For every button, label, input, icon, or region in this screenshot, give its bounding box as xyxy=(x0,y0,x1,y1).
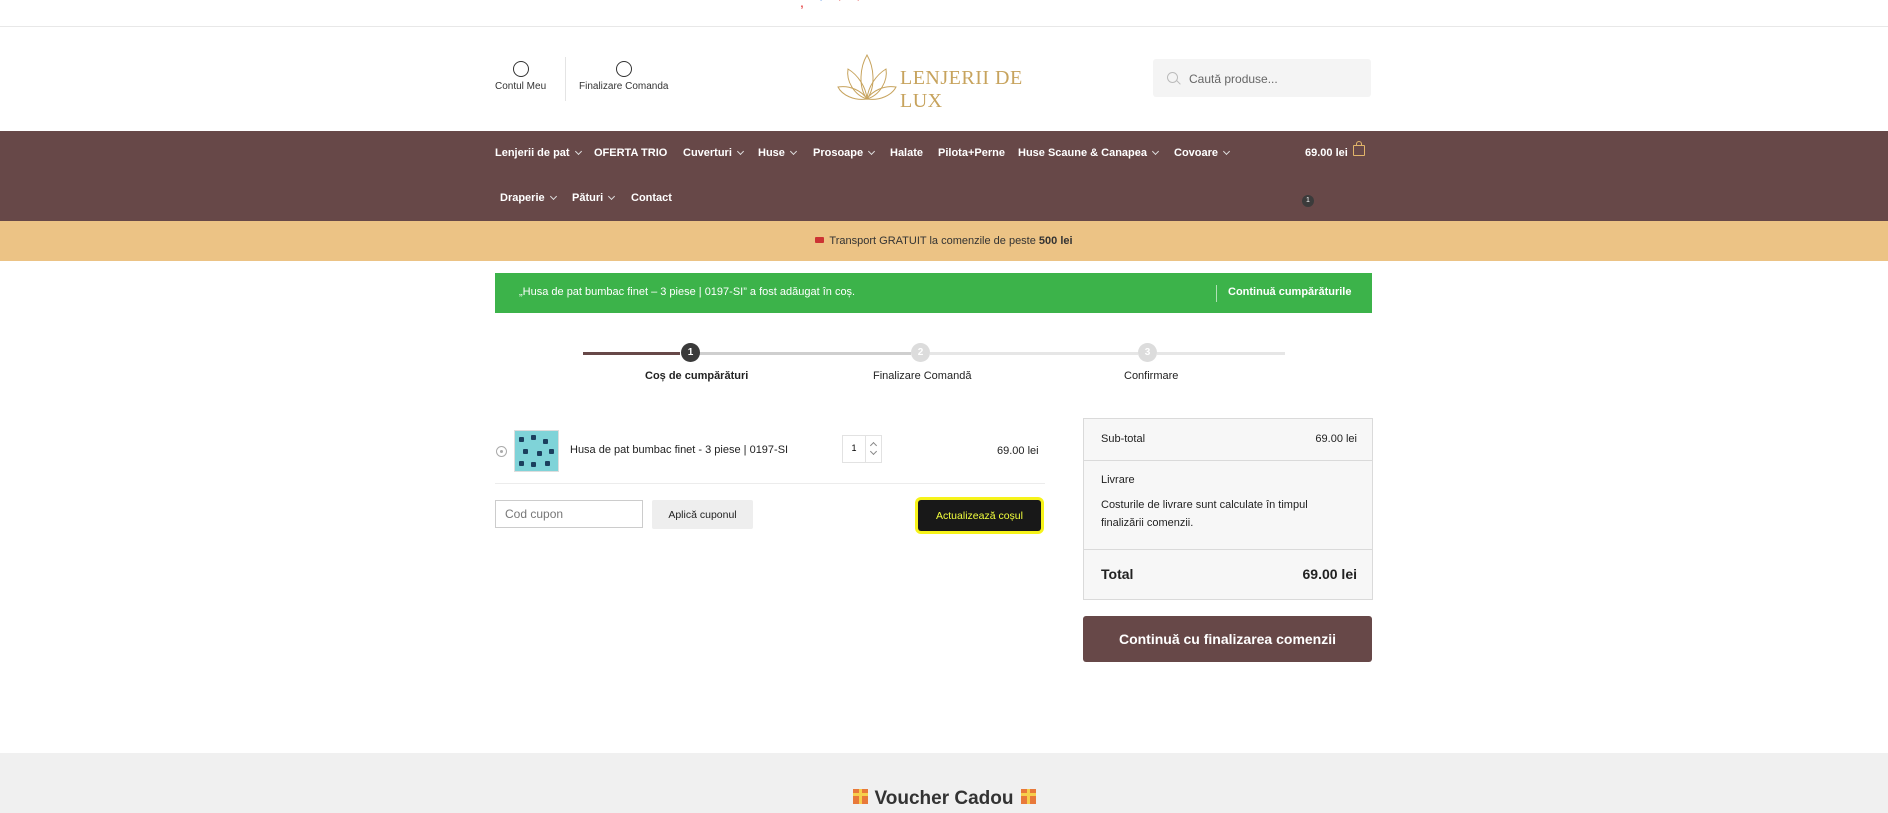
shipping-label: Livrare xyxy=(1101,474,1135,486)
gift-icon xyxy=(852,789,868,805)
total-label: Total xyxy=(1101,566,1134,582)
checkout-progress: 1 2 3 Coș de cumpărături Finalizare Coma… xyxy=(0,340,1888,390)
shopping-bag-icon[interactable] xyxy=(1353,141,1365,156)
nav-item-covoare[interactable]: Covoare xyxy=(1174,147,1231,159)
site-header: Contul Meu Finalizare Comanda LENJERII D… xyxy=(0,27,1888,131)
progress-line xyxy=(1157,352,1285,355)
product-thumbnail[interactable] xyxy=(514,430,559,472)
step-2-label: Finalizare Comandă xyxy=(873,370,972,382)
chevron-down-icon[interactable] xyxy=(869,447,878,456)
user-icon xyxy=(512,61,529,77)
search-box xyxy=(1153,59,1371,97)
update-cart-button[interactable]: Actualizează coșul xyxy=(918,500,1041,531)
item-subtotal: 69.00 lei xyxy=(997,445,1039,457)
nav-item-cuverturi[interactable]: Cuverturi xyxy=(683,147,744,159)
notice-divider xyxy=(1216,285,1217,302)
shipping-row: Livrare Costurile de livrare sunt calcul… xyxy=(1084,460,1372,550)
nav-item-halate[interactable]: Halate xyxy=(890,147,923,159)
step-3-label: Confirmare xyxy=(1124,370,1179,382)
continue-shopping-link[interactable]: Continuă cumpărăturile xyxy=(1228,286,1351,298)
top-bar-decoration: , ' ' ' xyxy=(800,0,866,10)
apply-coupon-button[interactable]: Aplică cuponul xyxy=(652,500,753,529)
promo-amount: 500 lei xyxy=(1038,235,1073,247)
progress-line xyxy=(930,352,1138,355)
total-value: 69.00 lei xyxy=(1302,566,1358,582)
cart-totals: Sub-total 69.00 lei Livrare Costurile de… xyxy=(1083,418,1373,600)
chevron-down-icon xyxy=(549,192,557,201)
nav-item-huse[interactable]: Huse xyxy=(758,147,797,159)
nav-item-oferta-trio[interactable]: OFERTA TRIO xyxy=(594,147,667,159)
quantity-input[interactable] xyxy=(843,436,865,460)
nav-item-prosoape[interactable]: Prosoape xyxy=(813,147,876,159)
nav-item-draperie[interactable]: Draperie xyxy=(500,192,557,204)
nav-item-paturi[interactable]: Pături xyxy=(572,192,616,204)
footer-voucher-section: Voucher Cadou xyxy=(0,753,1888,813)
logo-text: LENJERII DE LUX xyxy=(900,67,1023,112)
voucher-heading[interactable]: Voucher Cadou xyxy=(0,788,1888,810)
chevron-down-icon xyxy=(1222,147,1231,156)
product-name-link[interactable]: Husa de pat bumbac finet - 3 piese | 019… xyxy=(570,444,788,456)
chevron-down-icon xyxy=(868,147,876,156)
top-announcement-bar: , ' ' ' xyxy=(0,0,1888,27)
header-cart-total[interactable]: 69.00 lei xyxy=(1305,147,1348,159)
search-icon[interactable] xyxy=(1167,72,1178,83)
header-divider xyxy=(565,57,566,101)
remove-item-icon[interactable] xyxy=(496,446,507,457)
shipping-note: Costurile de livrare sunt calculate în t… xyxy=(1101,499,1308,529)
truck-icon xyxy=(815,237,825,244)
chevron-down-icon xyxy=(574,147,582,156)
notice-message: „Husa de pat bumbac finet – 3 piese | 01… xyxy=(519,286,856,298)
progress-line-done xyxy=(583,352,680,355)
subtotal-row: Sub-total 69.00 lei xyxy=(1084,419,1372,461)
step-2-dot: 2 xyxy=(911,343,930,362)
checkout-link-label: Finalizare Comanda xyxy=(579,81,669,92)
search-input[interactable] xyxy=(1187,67,1361,91)
voucher-title: Voucher Cadou xyxy=(874,788,1014,809)
nav-item-lenjerii[interactable]: Lenjerii de pat xyxy=(495,147,582,159)
proceed-to-checkout-button[interactable]: Continuă cu finalizarea comenzii xyxy=(1083,616,1372,662)
nav-item-pilota-perne[interactable]: Pilota+Perne xyxy=(938,147,1005,159)
free-shipping-banner: Transport GRATUIT la comenzile de peste … xyxy=(0,221,1888,261)
subtotal-value: 69.00 lei xyxy=(1315,433,1357,445)
cart-item-row: Husa de pat bumbac finet - 3 piese | 019… xyxy=(495,418,1045,484)
subtotal-label: Sub-total xyxy=(1101,433,1146,445)
gift-icon xyxy=(1020,789,1036,805)
quantity-spinner xyxy=(865,436,882,462)
chevron-down-icon xyxy=(736,147,744,156)
promo-text: Transport GRATUIT la comenzile de peste xyxy=(829,235,1036,247)
account-link[interactable]: Contul Meu xyxy=(495,61,546,92)
arrow-right-circle-icon xyxy=(615,61,632,77)
chevron-down-icon xyxy=(1151,147,1160,156)
site-logo[interactable]: LENJERII DE LUX xyxy=(836,49,1036,112)
quantity-stepper xyxy=(842,435,882,463)
chevron-down-icon xyxy=(608,192,616,201)
coupon-code-input[interactable] xyxy=(495,500,643,528)
cart-added-notice: „Husa de pat bumbac finet – 3 piese | 01… xyxy=(495,273,1372,313)
main-navigation: Lenjerii de pat OFERTA TRIO Cuverturi Hu… xyxy=(0,131,1888,221)
cart-count-badge: 1 xyxy=(1302,195,1314,207)
total-row: Total 69.00 lei xyxy=(1084,549,1372,598)
step-1-dot: 1 xyxy=(681,343,700,362)
nav-item-huse-scaune[interactable]: Huse Scaune & Canapea xyxy=(1018,147,1160,159)
checkout-link[interactable]: Finalizare Comanda xyxy=(579,61,669,92)
lotus-logo-icon xyxy=(837,54,897,100)
chevron-down-icon xyxy=(789,147,797,156)
nav-item-contact[interactable]: Contact xyxy=(631,192,672,204)
step-1-label: Coș de cumpărături xyxy=(645,370,749,382)
account-label: Contul Meu xyxy=(495,81,547,92)
progress-line xyxy=(699,352,911,355)
step-3-dot: 3 xyxy=(1138,343,1157,362)
